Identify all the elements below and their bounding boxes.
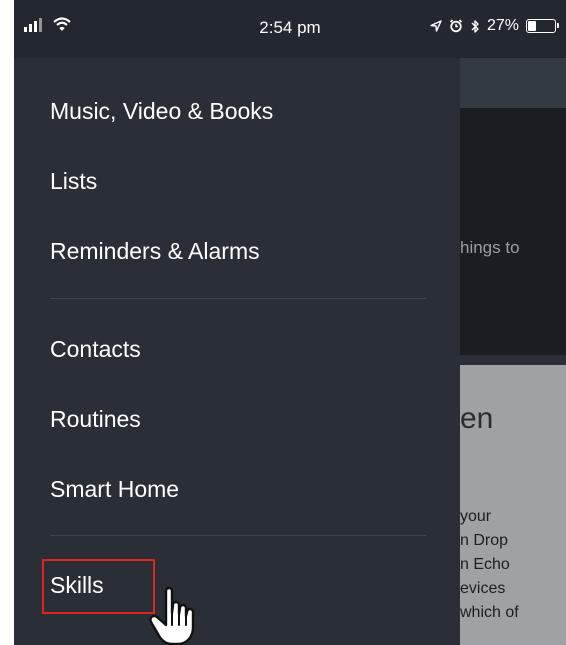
background-heading: en: [460, 402, 494, 435]
menu-divider: [50, 298, 426, 299]
skills-highlight-box: [42, 559, 155, 614]
menu-item-music-video-books[interactable]: Music, Video & Books: [50, 98, 273, 125]
battery-fill: [528, 21, 536, 31]
menu-divider: [50, 535, 426, 536]
menu-item-routines[interactable]: Routines: [50, 406, 141, 433]
location-icon: [430, 20, 442, 32]
background-body-line: n Echo: [460, 556, 510, 573]
menu-item-contacts[interactable]: Contacts: [50, 336, 141, 363]
bluetooth-icon: [471, 19, 479, 33]
background-body-line: n Drop: [460, 532, 509, 549]
menu-item-lists[interactable]: Lists: [50, 168, 97, 195]
background-body-line: evices: [460, 580, 506, 597]
phone-screen: hings to en your n Drop n Echo evices wh…: [14, 0, 566, 645]
battery-icon: [526, 19, 559, 33]
battery-percent: 27%: [486, 17, 519, 34]
alarm-icon: [449, 19, 463, 33]
menu-item-reminders-alarms[interactable]: Reminders & Alarms: [50, 238, 260, 265]
menu-item-smart-home[interactable]: Smart Home: [50, 476, 179, 503]
pointing-hand-cursor-icon: [149, 586, 195, 645]
background-header: [460, 58, 566, 108]
background-body-line: your: [460, 508, 492, 525]
background-body-line: which of: [460, 604, 519, 621]
status-bar: 2:54 pm 27%: [14, 0, 566, 58]
background-dark-text: hings to: [460, 238, 520, 257]
navigation-drawer: Music, Video & Books Lists Reminders & A…: [14, 58, 460, 645]
background-dark-section: [460, 108, 566, 355]
